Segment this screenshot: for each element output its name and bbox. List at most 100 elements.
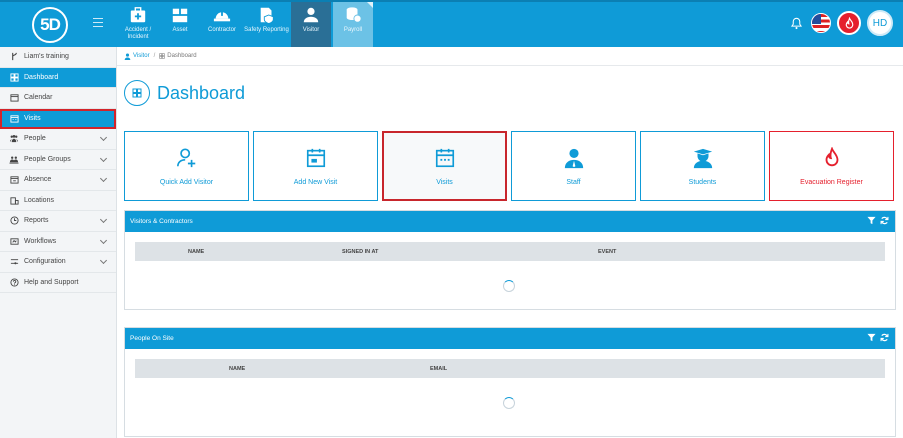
module-label: Asset <box>172 27 188 33</box>
sidebar-item-workflows[interactable]: Workflows <box>0 232 116 252</box>
tile-label: Students <box>688 178 717 186</box>
tile-label: Staff <box>566 178 581 186</box>
top-bar: 5D Accident / Incident Asset Contractor … <box>0 0 903 47</box>
breadcrumb-link-visitor[interactable]: Visitor <box>133 53 150 59</box>
module-visitor[interactable]: Visitor <box>291 2 331 47</box>
dashboard-icon <box>159 53 165 59</box>
column-header-name[interactable]: NAME <box>188 249 204 255</box>
filter-icon[interactable] <box>867 216 876 225</box>
sidebar-item-label: People <box>24 135 46 143</box>
column-header-signed-in-at[interactable]: SIGNED IN AT <box>342 249 378 255</box>
topbar-actions: HD <box>787 10 893 36</box>
module-label: Payroll <box>343 27 363 33</box>
person-icon <box>303 7 319 23</box>
sidebar-item-label: Configuration <box>24 258 66 266</box>
refresh-icon[interactable] <box>880 216 889 225</box>
module-asset[interactable]: Asset <box>160 2 200 47</box>
sidebar-item-visits[interactable]: Visits <box>0 108 116 129</box>
sidebar-item-label: Help and Support <box>24 278 79 286</box>
chevron-down-icon <box>99 154 108 162</box>
calendar-grid-icon <box>9 113 19 123</box>
tile-label: Visits <box>436 178 453 186</box>
refresh-icon[interactable] <box>880 333 889 342</box>
chevron-down-icon <box>99 215 108 224</box>
breadcrumb-current: Dashboard <box>167 53 197 59</box>
tile-visits[interactable]: Visits <box>382 131 507 201</box>
menu-toggle-icon[interactable] <box>93 18 103 27</box>
module-label: Contractor <box>207 27 236 33</box>
breadcrumb: Visitor / Dashboard <box>117 47 903 66</box>
module-safety-reporting[interactable]: Safety Reporting <box>244 2 289 47</box>
hard-hat-icon <box>213 11 231 22</box>
config-icon <box>9 257 19 267</box>
sidebar-item-label: Calendar <box>24 94 53 102</box>
sidebar-item-reports[interactable]: Reports <box>0 211 116 232</box>
column-header-name[interactable]: NAME <box>229 366 245 372</box>
sidebar-item-locations[interactable]: Locations <box>0 191 116 211</box>
main-content: Visitor / Dashboard Dashboard Quick Add … <box>117 47 903 438</box>
panel-title: Visitors & Contractors <box>130 218 193 225</box>
sidebar-item-people[interactable]: People <box>0 129 116 150</box>
sidebar-item-configuration[interactable]: Configuration <box>0 252 116 273</box>
column-header-event[interactable]: EVENT <box>598 249 616 255</box>
panel-header: People On Site <box>125 328 895 349</box>
tile-add-new-visit[interactable]: Add New Visit <box>253 131 378 201</box>
loading-spinner-icon <box>503 397 515 409</box>
page-title: Dashboard <box>157 82 246 103</box>
chevron-down-icon <box>99 256 108 265</box>
sidebar-item-label: Workflows <box>24 237 57 245</box>
branch-icon <box>9 52 19 62</box>
sidebar-item-help-and-support[interactable]: Help and Support <box>0 273 116 293</box>
quick-action-tiles: Quick Add Visitor Add New Visit Visits S… <box>124 131 898 201</box>
module-payroll[interactable]: Payroll <box>333 2 373 47</box>
boxes-icon <box>172 8 188 23</box>
tile-evacuation-register[interactable]: Evacuation Register <box>769 131 894 201</box>
user-avatar[interactable]: HD <box>867 10 893 36</box>
sidebar-item-calendar[interactable]: Calendar <box>0 88 116 109</box>
help-icon <box>9 277 19 287</box>
absence-icon <box>9 175 19 185</box>
chevron-down-icon <box>99 174 108 183</box>
people-icon <box>9 134 19 144</box>
panel-header: Visitors & Contractors <box>125 211 895 232</box>
sidebar-item-label: Liam's training <box>24 53 69 61</box>
fire-icon <box>845 16 853 29</box>
fire-alert-button[interactable] <box>837 11 861 35</box>
module-nav: Accident / Incident Asset Contractor Saf… <box>118 2 375 47</box>
fire-icon <box>825 146 838 166</box>
workflow-icon <box>9 236 19 246</box>
breadcrumb-separator: / <box>153 53 156 59</box>
module-label: Visitor <box>302 27 320 33</box>
sidebar-item-absence[interactable]: Absence <box>0 170 116 191</box>
module-label: Accident / Incident <box>124 27 152 40</box>
loading-spinner-icon <box>503 280 515 292</box>
sidebar-item-label: Reports <box>24 217 49 225</box>
column-header-email[interactable]: EMAIL <box>430 366 447 372</box>
bell-icon[interactable] <box>787 14 805 32</box>
sidebar-item-label: People Groups <box>24 155 71 163</box>
coins-icon <box>346 7 362 23</box>
tile-students[interactable]: Students <box>640 131 765 201</box>
us-flag-icon[interactable] <box>811 13 831 33</box>
calendar-add-icon <box>306 148 325 167</box>
sidebar-item-liams-training[interactable]: Liam's training <box>0 47 116 68</box>
tile-quick-add-visitor[interactable]: Quick Add Visitor <box>124 131 249 201</box>
tile-staff[interactable]: Staff <box>511 131 636 201</box>
filter-icon[interactable] <box>867 333 876 342</box>
panel-tools <box>867 333 889 342</box>
app-logo[interactable]: 5D <box>32 6 68 43</box>
page-header: Dashboard <box>124 80 245 106</box>
module-label: Safety Reporting <box>244 27 289 33</box>
tile-label: Evacuation Register <box>800 178 863 186</box>
module-contractor[interactable]: Contractor <box>202 2 242 47</box>
chevron-down-icon <box>99 133 108 142</box>
module-accident-incident[interactable]: Accident / Incident <box>118 2 158 47</box>
sidebar: Liam's training Dashboard Calendar Visit… <box>0 47 117 438</box>
sidebar-item-people-groups[interactable]: People Groups <box>0 150 116 170</box>
table-header: NAME SIGNED IN AT EVENT <box>135 242 885 261</box>
sidebar-item-label: Dashboard <box>24 73 59 81</box>
staff-icon <box>564 148 583 168</box>
visitors-contractors-panel: Visitors & Contractors NAME SIGNED IN AT… <box>124 210 896 310</box>
sidebar-item-dashboard[interactable]: Dashboard <box>0 67 116 88</box>
tile-label: Add New Visit <box>293 178 338 186</box>
